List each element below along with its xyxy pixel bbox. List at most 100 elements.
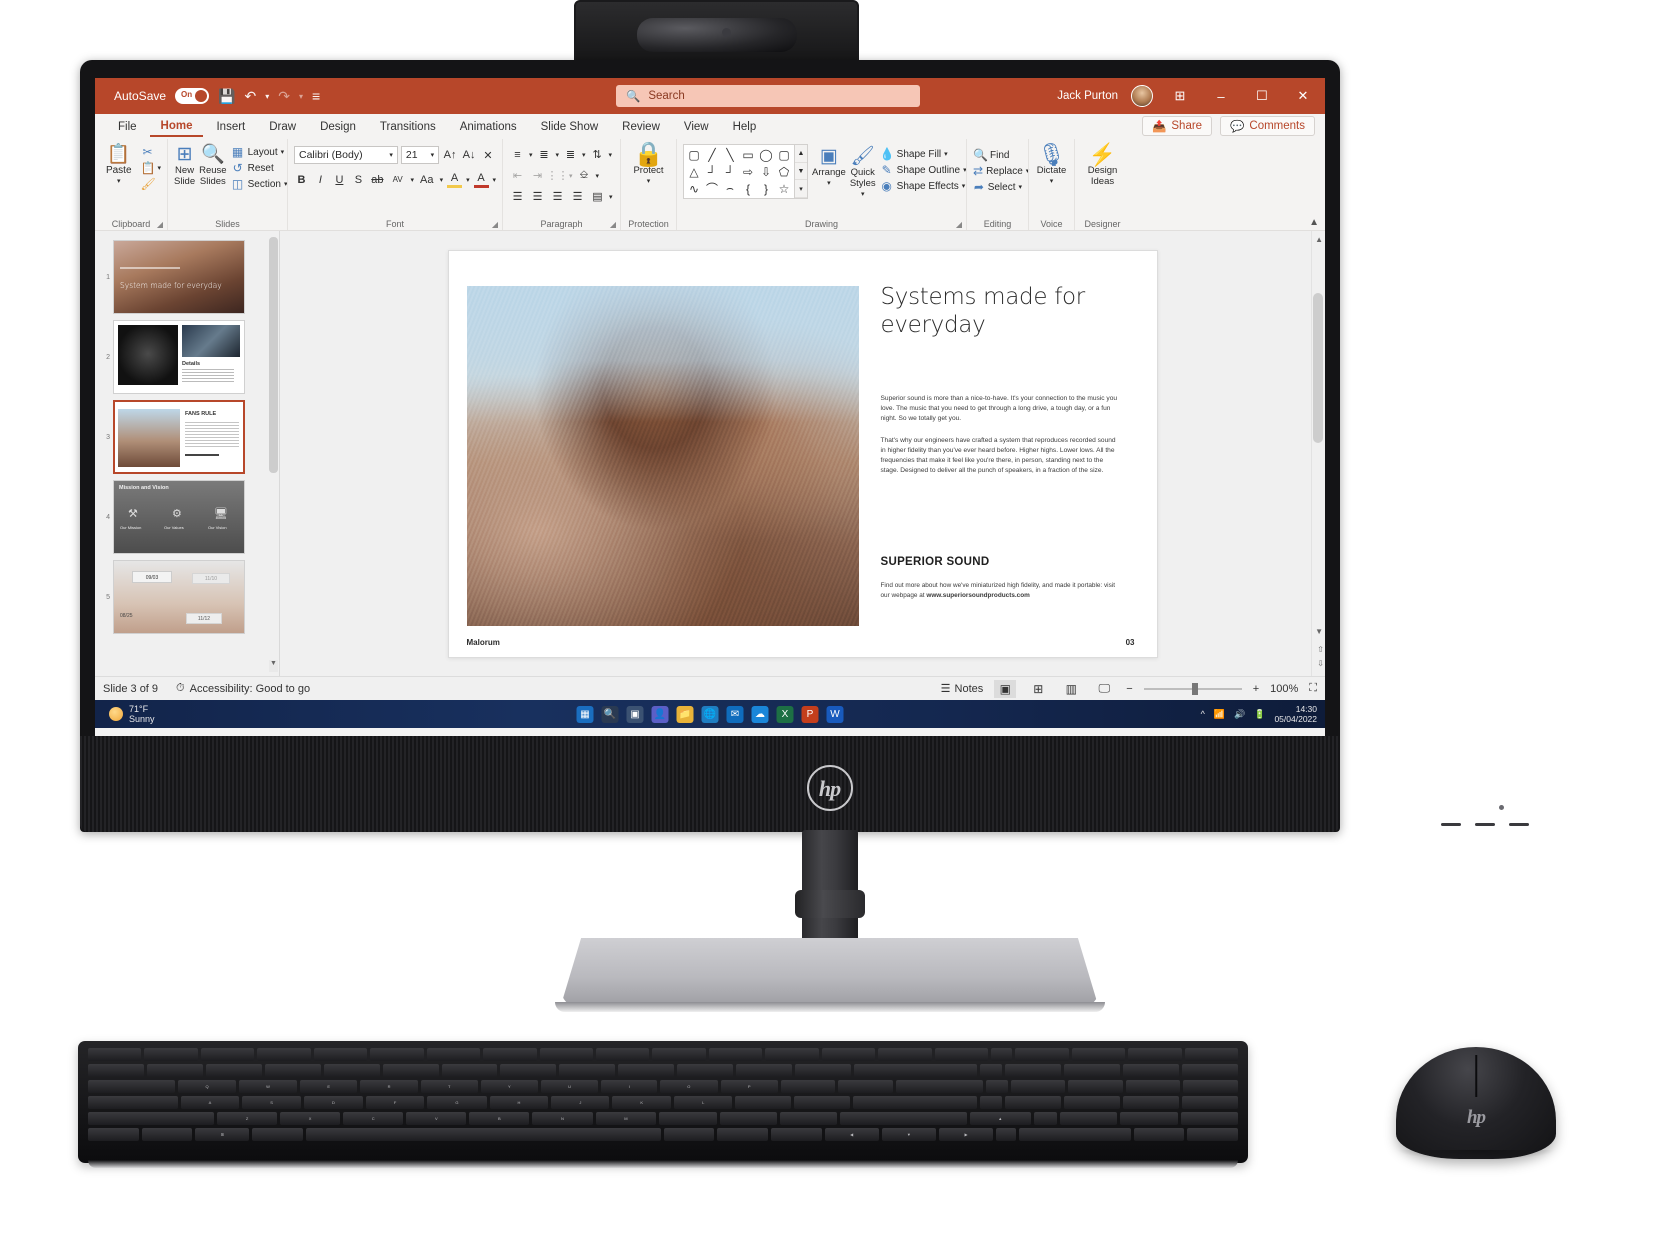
line-spacing-chevron-down-icon[interactable]: ▾ [582,151,586,159]
key-f11[interactable] [708,1048,763,1061]
shapes-scroll-down-icon[interactable]: ▼ [795,162,807,181]
key-menu[interactable] [717,1128,769,1141]
slide-counter[interactable]: Slide 3 of 9 [103,683,158,695]
tab-help[interactable]: Help [722,118,768,136]
protect-button[interactable]: 🔒 Protect ▾ [628,142,670,187]
shape-left-brace-icon[interactable]: { [746,182,750,196]
comments-button[interactable]: 💬 Comments [1220,116,1315,136]
key-semicolon[interactable] [735,1096,792,1109]
taskbar-clock[interactable]: 14:30 05/04/2022 [1274,704,1317,724]
smartart-chevron-down-icon[interactable]: ▾ [609,193,613,201]
paste-chevron-down-icon[interactable]: ▾ [117,176,121,187]
key-d[interactable]: D [303,1096,363,1109]
zoom-out-icon[interactable]: − [1126,683,1132,695]
key-np-3[interactable] [1123,1096,1180,1109]
slide-sub-body-link[interactable]: www.superiorsoundproducts.com [926,592,1029,599]
shapes-gallery[interactable]: ▢ ╱ ╲ ▭ ◯ ▢ △ ┘ ┘ ⇨ ⇩ ⬠ ∿ ⌒ ⌢ {} ☆ [683,144,795,199]
key-f1[interactable] [144,1048,198,1061]
columns-button[interactable]: ⋮⋮ [547,167,569,184]
key-f12[interactable] [765,1048,819,1061]
new-slide-button[interactable]: ⊞ New Slide [174,142,195,187]
thumbnail-2[interactable]: Details [113,320,245,394]
key-g[interactable]: G [427,1096,487,1109]
line-spacing-button[interactable]: ≣ [562,146,579,163]
slide-subhead[interactable]: SUPERIOR SOUND [881,556,990,568]
monitor-button-2[interactable] [1475,823,1495,826]
key-5[interactable] [382,1064,439,1077]
key-w[interactable]: W [238,1080,298,1093]
key-minus[interactable] [736,1064,793,1077]
scroll-up-icon[interactable]: ▲ [1315,235,1323,244]
shapes-gallery-more-icon[interactable]: ▾ [795,180,807,199]
dictate-button[interactable]: 🎙 Dictate ▾ [1035,142,1068,187]
key-r[interactable]: R [360,1080,418,1093]
key-np-2[interactable] [1064,1096,1121,1109]
paragraph-dialog-launcher[interactable]: ◢ [610,220,616,229]
reset-button[interactable]: ↺ Reset [231,161,288,175]
key-n[interactable]: N [532,1112,593,1125]
key-j[interactable]: J [551,1096,610,1109]
key-np-6[interactable] [1125,1080,1181,1093]
copy-chevron-down-icon[interactable]: ▾ [157,164,161,172]
key-4[interactable] [323,1064,380,1077]
key-0[interactable] [677,1064,734,1077]
thumbnail-item-4[interactable]: 4 Mission and Vision ⚒ ⚙ 🖥 Our Mission O… [95,477,279,557]
key-f5[interactable] [370,1048,424,1061]
strikethrough-button[interactable]: ab [370,171,385,188]
onedrive-icon[interactable]: ☁ [751,705,769,723]
teams-icon[interactable]: 👤 [651,705,669,723]
key-9[interactable] [618,1064,675,1077]
key-c[interactable]: C [343,1112,404,1125]
zoom-in-icon[interactable]: + [1253,683,1259,695]
decrease-indent-button[interactable]: ⇤ [509,167,526,184]
numbering-chevron-down-icon[interactable]: ▾ [556,151,560,159]
convert-smartart-button[interactable]: ▤ [589,188,606,205]
key-delete[interactable] [934,1048,988,1061]
key-h[interactable]: H [489,1096,549,1109]
shape-outline-button[interactable]: ✎ Shape Outline ▾ [880,163,967,177]
slide-photo[interactable] [466,285,859,626]
bullets-button[interactable]: ≡ [509,146,526,163]
clipboard-dialog-launcher[interactable]: ◢ [157,220,163,229]
key-1[interactable] [146,1064,203,1077]
slide-show-button[interactable]: 🖵 [1093,680,1115,698]
undo-chevron-down-icon[interactable]: ▾ [265,92,269,101]
key-np-delete[interactable] [1133,1128,1185,1141]
tab-draw[interactable]: Draw [258,118,307,136]
redo-chevron-down-icon[interactable]: ▾ [299,92,303,101]
character-spacing-button[interactable]: AV [389,171,407,188]
key-comma[interactable] [659,1112,717,1125]
key-ctrl-left[interactable] [88,1128,139,1141]
key-backtick[interactable] [88,1064,144,1077]
shadow-button[interactable]: S [351,171,366,188]
shapes-scroll-up-icon[interactable]: ▲ [795,145,807,163]
key-f9[interactable] [595,1048,650,1061]
thumbnail-item-3[interactable]: 3 FANS RULE [95,397,279,477]
key-tab[interactable] [88,1080,176,1093]
key-equals[interactable] [795,1064,851,1077]
key-prtsc[interactable] [821,1048,876,1061]
key-backspace[interactable] [853,1064,977,1077]
wireless-mouse[interactable]: hp [1396,1047,1556,1159]
tab-insert[interactable]: Insert [205,118,256,136]
key-np-4[interactable] [1010,1080,1066,1093]
shape-textbox-icon[interactable]: ▢ [688,148,699,162]
shape-line-icon[interactable]: ╱ [708,148,715,162]
key-s[interactable]: S [242,1096,301,1109]
weather-widget[interactable]: 71°F Sunny [95,704,155,724]
text-highlight-button[interactable]: A [447,171,463,188]
slide-body[interactable]: Superior sound is more than a nice-to-ha… [881,394,1119,476]
key-f7[interactable] [483,1048,537,1061]
key-np-5[interactable] [1068,1080,1123,1093]
undo-icon[interactable]: ↶ [244,88,256,105]
select-button[interactable]: ➦ Select ▾ [973,180,1022,194]
key-slash[interactable] [780,1112,838,1125]
thumbnail-4[interactable]: Mission and Vision ⚒ ⚙ 🖥 Our Mission Our… [113,480,245,554]
key-np-9[interactable] [1123,1064,1180,1077]
format-painter-button[interactable]: 🖌 [140,177,161,191]
key-2[interactable] [205,1064,262,1077]
shape-oval-icon[interactable]: ◯ [759,148,772,162]
arrange-button[interactable]: ▣ Arrange ▾ [812,144,846,189]
shape-elbow-arrow-icon[interactable]: ┘ [726,165,735,179]
key-np-period[interactable] [1120,1112,1178,1125]
